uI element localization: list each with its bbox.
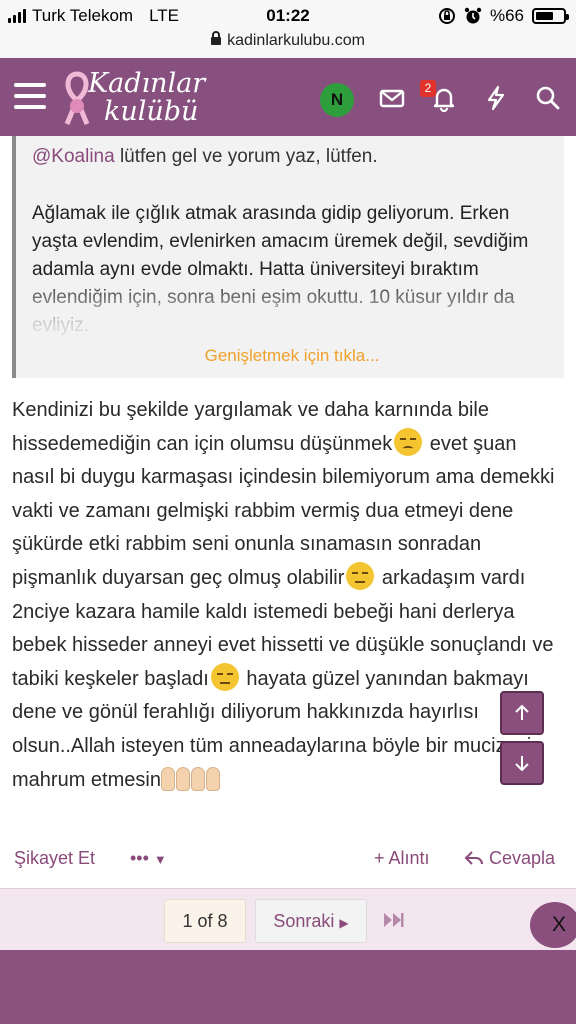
search-icon[interactable]: [534, 84, 562, 112]
arrow-down-icon: [515, 756, 529, 772]
logo-text-line1: Kadınlar: [88, 68, 206, 99]
bolt-icon[interactable]: [482, 84, 510, 112]
reply-icon: [464, 851, 483, 865]
next-page-button[interactable]: Sonraki ▶: [255, 899, 367, 943]
footer: [0, 950, 576, 1024]
expand-quote-link[interactable]: Genişletmek için tıkla...: [16, 346, 564, 366]
reply-label: Cevapla: [489, 848, 556, 868]
last-page-icon[interactable]: [382, 911, 406, 929]
quote-header: @Koalina lütfen gel ve yorum yaz, lütfen…: [32, 146, 378, 168]
mail-icon[interactable]: [378, 84, 406, 112]
notification-badge: 2: [420, 80, 436, 97]
close-button[interactable]: X: [530, 902, 576, 948]
battery-label: %66: [489, 6, 524, 25]
report-link[interactable]: Şikayet Et: [14, 848, 95, 869]
logo-text-line2: kulübü: [104, 96, 199, 127]
menu-icon[interactable]: [14, 83, 46, 109]
more-options-button[interactable]: ••• ▼: [130, 848, 167, 869]
lock-icon: [211, 31, 222, 45]
site-logo[interactable]: Kadınlar kulübü: [62, 66, 222, 128]
raised-hands-emoji: [160, 766, 191, 803]
more-label: •••: [130, 848, 149, 868]
quote-lead-text: lütfen gel ve yorum yaz, lütfen.: [114, 146, 378, 167]
page-indicator[interactable]: 1 of 8: [164, 899, 246, 943]
battery-icon: [532, 8, 569, 24]
expressionless-face-emoji: [210, 662, 239, 691]
status-bar: Turk Telekom LTE 01:22 %66: [0, 0, 576, 32]
caret-down-icon: ▼: [153, 852, 167, 867]
disappointed-face-emoji: [394, 427, 423, 456]
scroll-down-button[interactable]: [500, 741, 544, 785]
raised-hands-emoji: [190, 766, 221, 803]
reply-link[interactable]: Cevapla: [464, 848, 555, 869]
mention-link[interactable]: @Koalina: [32, 146, 115, 167]
url-bar[interactable]: kadinlarkulubu.com: [0, 31, 576, 58]
status-right: %66: [438, 6, 569, 26]
next-label: Sonraki: [273, 911, 335, 931]
caret-right-icon: ▶: [339, 916, 349, 930]
url-domain: kadinlarkulubu.com: [227, 32, 365, 49]
post-actions: Şikayet Et ••• ▼ + Alıntı Cevapla: [0, 838, 576, 880]
orientation-lock-icon: [438, 8, 455, 24]
quoted-message: @Koalina lütfen gel ve yorum yaz, lütfen…: [12, 136, 564, 378]
pagination-bar: 1 of 8 Sonraki ▶: [0, 888, 576, 950]
quote-body: Ağlamak ile çığlık atmak arasında gidip …: [32, 203, 529, 336]
arrow-up-icon: [515, 704, 529, 720]
expressionless-face-emoji: [346, 561, 375, 590]
post-text-2: evet şuan nasıl bi duygu karmaşası içind…: [12, 432, 555, 589]
avatar[interactable]: N: [320, 83, 354, 117]
alarm-icon: [464, 7, 482, 24]
quote-reply-link[interactable]: + Alıntı: [374, 848, 430, 869]
scroll-up-button[interactable]: [500, 691, 544, 735]
post-body: Kendinizi bu şekilde yargılamak ve daha …: [12, 394, 564, 802]
